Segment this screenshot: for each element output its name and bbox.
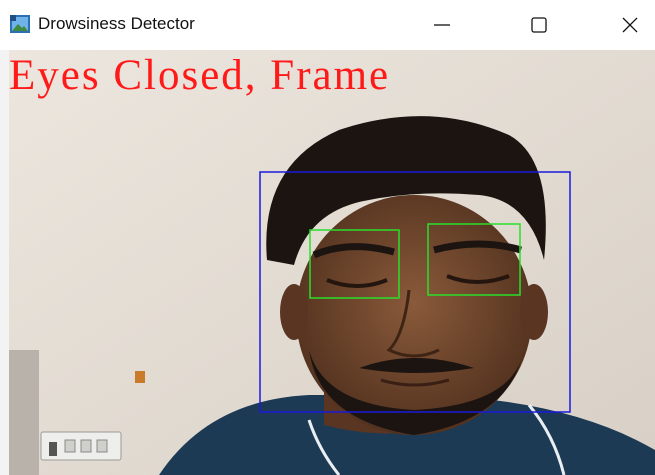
wall-shadow (9, 350, 39, 475)
maximize-button[interactable] (516, 0, 562, 50)
maximize-icon (531, 17, 547, 33)
person-ear-right (520, 284, 548, 340)
app-image-icon (10, 15, 30, 33)
window-title: Drowsiness Detector (38, 14, 195, 33)
video-feed: Eyes Closed, Frame (9, 50, 655, 475)
minimize-icon (434, 24, 450, 26)
close-button[interactable] (607, 0, 653, 50)
detector-window: Drowsiness Detector Eyes Closed, Frame (0, 0, 655, 475)
drowsiness-status-text: Eyes Closed, Frame (9, 52, 391, 99)
wall-sticker (135, 371, 145, 383)
camera-frame (9, 50, 655, 475)
person-ear-left (280, 284, 308, 340)
close-icon (622, 17, 638, 33)
minimize-button[interactable] (419, 0, 465, 50)
title-bar[interactable]: Drowsiness Detector (0, 0, 655, 50)
switch-board (40, 431, 122, 461)
